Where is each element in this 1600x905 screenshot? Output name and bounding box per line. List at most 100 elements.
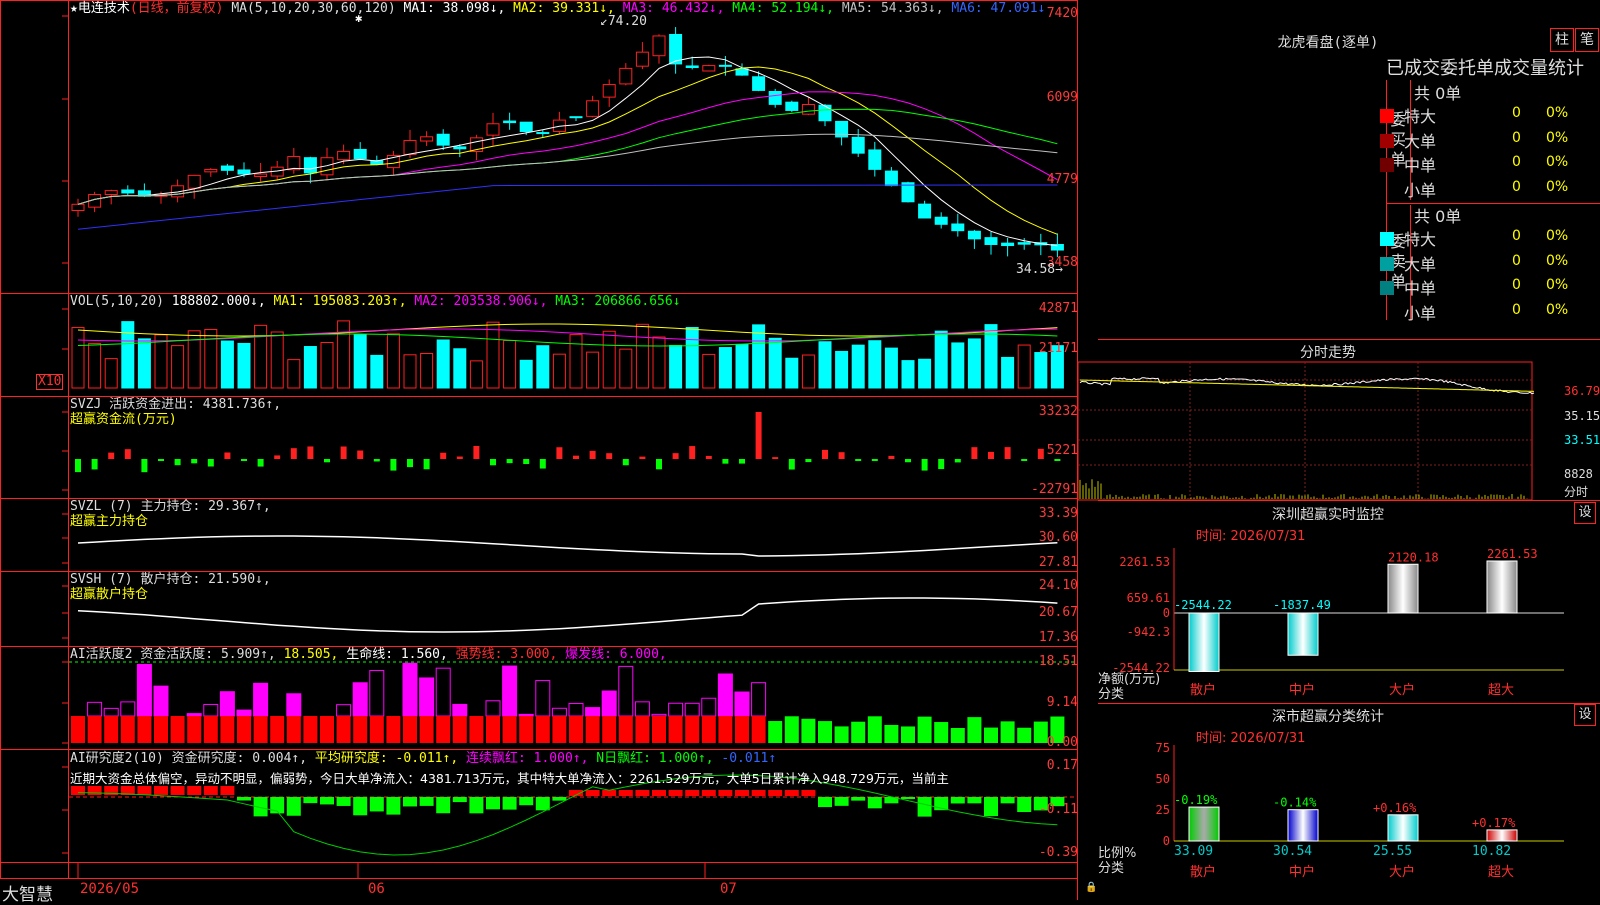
volume-bar	[635, 323, 649, 389]
lhb-row: 小单 0 0%	[1380, 177, 1570, 201]
candle-body	[984, 237, 998, 245]
ai-research-bar	[535, 797, 550, 811]
ai-research-bar	[967, 797, 982, 804]
ai-active-bar	[286, 693, 302, 717]
ai-active-base	[602, 716, 617, 743]
svzj-bar	[573, 455, 579, 459]
volume-bar	[569, 334, 583, 389]
svsh-ytick: 20.67	[1038, 605, 1078, 620]
candle-body	[619, 67, 633, 85]
ai-active-ytick: 0.00	[1046, 735, 1078, 750]
svzj-bar	[639, 456, 646, 459]
volume-bar	[337, 320, 351, 389]
volume-bar	[1001, 356, 1015, 389]
sz-monitor-time: 时间: 2026/07/31	[1196, 529, 1306, 544]
lock-icon[interactable]: 🔒	[1085, 882, 1097, 893]
ai-active-bar	[717, 673, 733, 717]
lhb-row-count: 0	[1512, 154, 1521, 170]
svzj-bar	[672, 453, 679, 459]
lhb-row-pct: 0%	[1546, 228, 1569, 244]
ai-research-bar	[901, 797, 915, 800]
ai-research-bar	[237, 797, 251, 801]
ai-active-bar	[336, 704, 352, 717]
lhb-row-pct: 0%	[1546, 277, 1569, 293]
ai-research-bar	[917, 797, 932, 817]
bar-view-button[interactable]: 柱	[1550, 28, 1574, 52]
svzj-bar	[207, 459, 214, 467]
ai-active-base	[701, 716, 716, 743]
ai-active-bar	[585, 707, 601, 717]
kline-header: ★电连技术(日线，前复权) MA(5,10,20,30,60,120) MA1:…	[70, 1, 1045, 17]
ai-research-title: AI研究度2(10) 资金研究度: 0.004↑,	[70, 751, 308, 766]
ai-research-bar	[469, 797, 484, 814]
candle-body	[287, 156, 301, 171]
legend-swatch	[1380, 232, 1394, 246]
ai-research-bar	[486, 797, 500, 810]
candle-body	[104, 190, 118, 196]
volume-bar	[104, 358, 118, 389]
svzj-bar	[340, 446, 347, 459]
lhb-row-count: 0	[1512, 277, 1521, 293]
sz-class-settings-button[interactable]: 设	[1574, 704, 1596, 726]
ai-active-bar	[984, 727, 998, 743]
ai-research-bar	[867, 797, 882, 809]
ai-research-bar	[220, 786, 235, 795]
ai-active-bar	[651, 713, 667, 717]
svzl-title: SVZL (7) 主力持仓: 29.367↑,	[70, 499, 271, 514]
candle-body	[884, 170, 898, 187]
ai-active-bar	[867, 716, 882, 743]
volume-unit-button[interactable]: X10	[36, 374, 64, 390]
svzj-bar	[1054, 459, 1061, 461]
candle-body	[635, 51, 649, 67]
lhb-row: 小单 0 0%	[1380, 300, 1570, 324]
tick-view-button[interactable]: 笔	[1575, 28, 1599, 52]
chart-area[interactable]: ✱ ★电连技术(日线，前复权) MA(5,10,20,30,60,120) MA…	[0, 0, 1097, 905]
volume-bar	[901, 360, 915, 389]
lhb-row: 大单 0 0%	[1380, 128, 1570, 152]
sz-monitor-settings-button[interactable]: 设	[1574, 502, 1596, 524]
ai-research-ytick: -0.11	[1038, 802, 1078, 817]
ai-research-bar	[419, 797, 434, 806]
ai-research-bar	[137, 786, 152, 795]
volume-bar	[137, 338, 151, 389]
ma5-value: MA5: 54.363↓,	[841, 1, 944, 16]
ai-active-base	[618, 716, 633, 743]
ai-active-bar	[236, 709, 252, 717]
intraday-ytick: 36.79	[1564, 384, 1600, 398]
ai-active-base	[569, 716, 583, 743]
lhb-row-pct: 0%	[1546, 154, 1569, 170]
candle-body	[220, 165, 234, 171]
ai-active-bar	[734, 691, 750, 717]
svzj-bar	[1004, 447, 1011, 459]
ma-line	[77, 56, 1058, 247]
low-price-value: 34.58	[1016, 262, 1056, 277]
svzj-bar	[407, 459, 413, 468]
candle-body	[801, 104, 815, 115]
volume-bar	[552, 353, 566, 389]
ai-research-bar	[353, 797, 368, 816]
lhb-row-count: 0	[1512, 228, 1521, 244]
ai-active-bar	[103, 707, 119, 717]
legend-swatch	[1380, 256, 1394, 271]
ai-active-bar	[153, 685, 169, 717]
volume-bar	[237, 342, 251, 389]
ai-active-bar	[485, 700, 501, 717]
ai-active-bar	[851, 721, 866, 743]
candle-body	[503, 120, 517, 124]
svzj-bar	[456, 456, 463, 459]
high-price-marker: ↙74.20	[600, 14, 647, 29]
period-label[interactable]: (日线，前复权)	[130, 1, 224, 16]
svzj-bar	[440, 452, 447, 459]
candle-body	[669, 33, 683, 65]
candle-body	[71, 203, 85, 212]
svzj-bar	[772, 457, 779, 459]
svzj-bar	[739, 459, 745, 464]
ai-research-bar	[552, 797, 567, 801]
ai-active-header: AI活跃度2 资金活跃度: 5.909↑, 18.505, 生命线: 1.560…	[70, 647, 667, 663]
svzl-line	[77, 535, 1058, 557]
ai-active-bar	[352, 682, 368, 717]
svsh-subtitle: 超赢散户持仓	[70, 587, 149, 602]
svsh-ytick: 24.10	[1038, 578, 1078, 593]
volume-bar	[121, 321, 135, 389]
candle-body	[934, 216, 948, 225]
